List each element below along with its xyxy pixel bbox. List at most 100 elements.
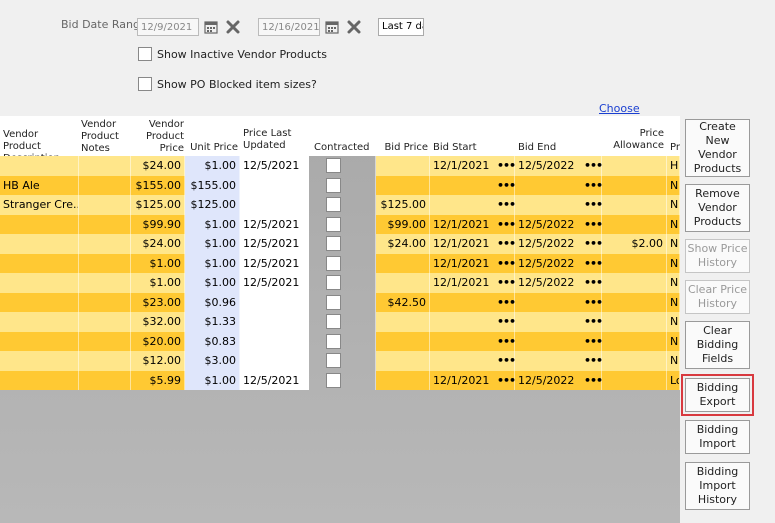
bidding-export-button[interactable]: Bidding Export (681, 374, 754, 416)
cell-bid-price[interactable] (376, 273, 430, 293)
bid-end-picker-icon[interactable]: ••• (584, 195, 603, 215)
cell-description[interactable] (0, 234, 79, 254)
col-price-last-updated[interactable]: Price Last Updated (243, 128, 303, 152)
cell-vendor-price[interactable]: $155.00 (131, 175, 185, 195)
contracted-checkbox[interactable] (326, 353, 341, 368)
col-unit-price[interactable]: Unit Price (186, 142, 238, 154)
cell-price-allowance[interactable] (602, 312, 667, 332)
cell-vendor-price[interactable]: $24.00 (131, 156, 185, 176)
table-row[interactable]: $1.00 $1.00 12/5/2021 12/1/2021 12/5/2022 N ••… (0, 253, 680, 274)
cell-price-updated[interactable] (240, 195, 309, 215)
cell-price-updated[interactable]: 12/5/2021 (240, 214, 309, 234)
cell-extra[interactable]: N (667, 331, 680, 351)
cell-extra[interactable]: N (667, 351, 680, 371)
bid-end-picker-icon[interactable]: ••• (584, 234, 603, 254)
contracted-checkbox[interactable] (326, 236, 341, 251)
bid-start-picker-icon[interactable]: ••• (497, 312, 516, 332)
cell-price-updated[interactable] (240, 312, 309, 332)
cell-bid-price[interactable] (376, 175, 430, 195)
cell-description[interactable] (0, 156, 79, 176)
table-row[interactable]: Stranger Cre... $125.00 $125.00 $125.00 N •••… (0, 195, 680, 215)
cell-extra[interactable]: N (667, 214, 680, 234)
cell-description[interactable] (0, 312, 79, 332)
cell-price-allowance[interactable] (602, 351, 667, 371)
cell-vendor-price[interactable]: $24.00 (131, 234, 185, 254)
cell-vendor-price[interactable]: $125.00 (131, 195, 185, 215)
cell-notes[interactable] (79, 351, 131, 371)
show-price-history-button[interactable]: Show Price History (685, 239, 750, 273)
cell-unit-price[interactable]: $1.00 (185, 214, 240, 234)
remove-vendor-products-button[interactable]: Remove Vendor Products (685, 184, 750, 232)
contracted-checkbox[interactable] (326, 275, 341, 290)
cell-vendor-price[interactable]: $32.00 (131, 312, 185, 332)
cell-description[interactable] (0, 370, 79, 390)
cell-unit-price[interactable]: $0.83 (185, 331, 240, 351)
cell-extra[interactable]: N (667, 273, 680, 293)
bid-start-picker-icon[interactable]: ••• (497, 254, 516, 274)
cell-unit-price[interactable]: $1.00 (185, 156, 240, 176)
cell-notes[interactable] (79, 175, 131, 195)
cell-description[interactable] (0, 253, 79, 273)
cell-bid-price[interactable] (376, 331, 430, 351)
bid-start-picker-icon[interactable]: ••• (497, 371, 516, 391)
bid-start-picker-icon[interactable]: ••• (497, 293, 516, 313)
cell-price-allowance[interactable] (602, 331, 667, 351)
bid-end-picker-icon[interactable]: ••• (584, 254, 603, 274)
cell-price-updated[interactable]: 12/5/2021 (240, 234, 309, 254)
bid-end-picker-icon[interactable]: ••• (584, 215, 603, 235)
bid-start-picker-icon[interactable]: ••• (497, 351, 516, 371)
table-row[interactable]: $99.90 $1.00 12/5/2021 $99.00 12/1/2021 12/5/… (0, 214, 680, 235)
contracted-checkbox[interactable] (326, 255, 341, 271)
cell-bid-price[interactable]: $42.50 (376, 292, 430, 312)
cell-extra[interactable]: N (667, 292, 680, 312)
clear-start-date-icon[interactable] (225, 19, 241, 35)
cell-price-updated[interactable] (240, 175, 309, 195)
bid-end-picker-icon[interactable]: ••• (584, 156, 603, 176)
cell-unit-price[interactable]: $1.33 (185, 312, 240, 332)
bid-end-picker-icon[interactable]: ••• (584, 293, 603, 313)
bid-end-picker-icon[interactable]: ••• (584, 332, 603, 352)
cell-price-allowance[interactable] (602, 292, 667, 312)
cell-description[interactable] (0, 273, 79, 293)
cell-notes[interactable] (79, 234, 131, 254)
cell-description[interactable]: Stranger Cre... (0, 195, 79, 215)
end-date-input[interactable]: 12/16/2021 (258, 18, 320, 36)
cell-price-updated[interactable]: 12/5/2021 (240, 370, 309, 390)
contracted-checkbox[interactable] (326, 294, 341, 310)
table-row[interactable]: $12.00 $3.00 N ••• ••• (0, 351, 680, 371)
show-po-blocked-checkbox[interactable] (138, 77, 152, 91)
cell-notes[interactable] (79, 253, 131, 273)
cell-bid-price[interactable] (376, 253, 430, 273)
cell-notes[interactable] (79, 312, 131, 332)
cell-price-allowance[interactable] (602, 370, 667, 390)
table-row[interactable]: $23.00 $0.96 $42.50 N ••• ••• (0, 292, 680, 313)
clear-end-date-icon[interactable] (346, 19, 362, 35)
col-bid-start[interactable]: Bid Start (433, 142, 493, 154)
cell-price-allowance[interactable] (602, 253, 667, 273)
cell-notes[interactable] (79, 156, 131, 176)
cell-bid-price[interactable] (376, 370, 430, 390)
table-row[interactable]: $20.00 $0.83 N ••• ••• (0, 331, 680, 352)
contracted-checkbox[interactable] (326, 177, 341, 193)
cell-bid-price[interactable]: $24.00 (376, 234, 430, 254)
table-row[interactable]: $32.00 $1.33 N ••• ••• (0, 312, 680, 332)
cell-unit-price[interactable]: $1.00 (185, 273, 240, 293)
cell-description[interactable] (0, 292, 79, 312)
bid-start-picker-icon[interactable]: ••• (497, 273, 516, 293)
cell-bid-price[interactable] (376, 351, 430, 371)
bid-start-picker-icon[interactable]: ••• (497, 195, 516, 215)
bid-start-picker-icon[interactable]: ••• (497, 156, 516, 176)
start-date-input[interactable]: 12/9/2021 (137, 18, 199, 36)
cell-bid-price[interactable]: $99.00 (376, 214, 430, 234)
show-inactive-row[interactable]: Show Inactive Vendor Products (138, 47, 327, 61)
col-bid-price[interactable]: Bid Price (378, 142, 428, 154)
bid-start-picker-icon[interactable]: ••• (497, 234, 516, 254)
cell-vendor-price[interactable]: $1.00 (131, 273, 185, 293)
col-extra[interactable]: Pr (670, 142, 680, 154)
col-bid-end[interactable]: Bid End (518, 142, 578, 154)
cell-extra[interactable]: N (667, 195, 680, 215)
clear-price-history-button[interactable]: Clear Price History (685, 280, 750, 314)
cell-price-allowance[interactable] (602, 156, 667, 176)
cell-notes[interactable] (79, 195, 131, 215)
cell-bid-price[interactable] (376, 312, 430, 332)
